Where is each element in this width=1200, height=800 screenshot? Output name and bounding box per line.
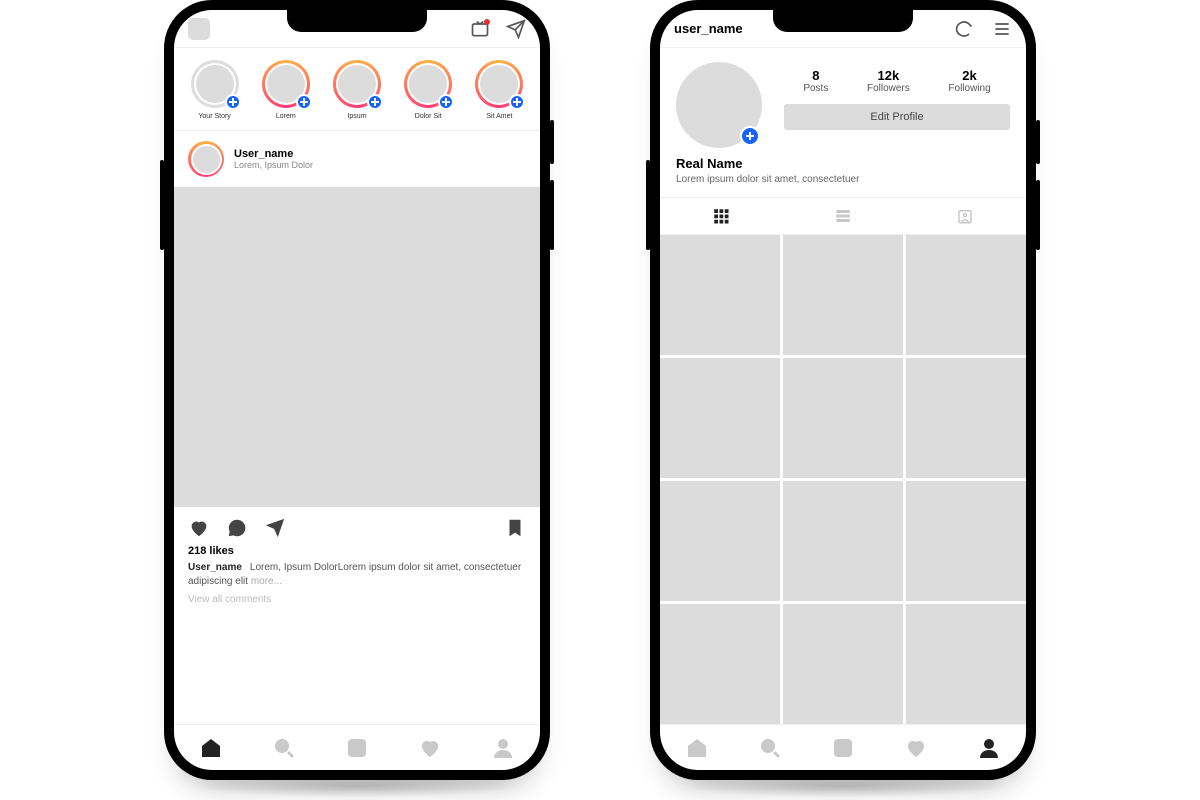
- post-caption: User_nameLorem, Ipsum DolorLorem ipsum d…: [188, 561, 526, 588]
- tab-home[interactable]: [199, 736, 223, 760]
- stat-posts[interactable]: 8 Posts: [803, 68, 828, 94]
- tab-activity[interactable]: [904, 736, 928, 760]
- tab-search[interactable]: [758, 736, 782, 760]
- stat-following-value: 2k: [948, 68, 990, 83]
- feed-tabbar: [174, 724, 540, 770]
- plus-icon: [438, 94, 454, 110]
- profile-post-thumb[interactable]: [660, 358, 780, 478]
- stat-followers-value: 12k: [867, 68, 910, 83]
- story-label: Ipsum: [347, 113, 366, 120]
- profile-tab-tagged[interactable]: [904, 198, 1026, 234]
- story-item[interactable]: Ipsum: [332, 60, 381, 120]
- stat-followers[interactable]: 12k Followers: [867, 68, 910, 94]
- tab-activity[interactable]: [418, 736, 442, 760]
- story-label: Lorem: [276, 113, 296, 120]
- plus-icon: [296, 94, 312, 110]
- profile-tabbar: [660, 724, 1026, 770]
- profile-post-thumb[interactable]: [660, 604, 780, 724]
- profile-bio-text: Lorem ipsum dolor sit amet, consectetuer: [676, 174, 1010, 185]
- edit-profile-button[interactable]: Edit Profile: [784, 104, 1010, 130]
- view-all-comments[interactable]: View all comments: [188, 594, 526, 605]
- comment-icon[interactable]: [226, 517, 248, 539]
- stat-following-label: Following: [948, 83, 990, 94]
- profile-topbar-username[interactable]: user_name: [674, 21, 743, 36]
- stories-tray[interactable]: Your Story Lorem Ipsum Dolor Sit Sit Amet: [174, 48, 540, 131]
- story-label: Dolor Sit: [415, 113, 442, 120]
- share-icon[interactable]: [264, 517, 286, 539]
- menu-icon[interactable]: [992, 19, 1012, 39]
- tab-profile[interactable]: [977, 736, 1001, 760]
- stat-followers-label: Followers: [867, 83, 910, 94]
- story-item[interactable]: Your Story: [190, 60, 239, 120]
- profile-post-thumb[interactable]: [783, 604, 903, 724]
- tab-add[interactable]: [831, 736, 855, 760]
- tab-profile[interactable]: [491, 736, 515, 760]
- bookmark-icon[interactable]: [504, 517, 526, 539]
- send-icon[interactable]: [506, 19, 526, 39]
- tv-icon[interactable]: [470, 19, 490, 39]
- caption-more[interactable]: more...: [251, 576, 282, 587]
- tab-home[interactable]: [685, 736, 709, 760]
- tab-add[interactable]: [345, 736, 369, 760]
- profile-post-thumb[interactable]: [906, 604, 1026, 724]
- like-icon[interactable]: [188, 517, 210, 539]
- post-header[interactable]: User_name Lorem, Ipsum Dolor: [174, 131, 540, 187]
- profile-real-name: Real Name: [676, 156, 1010, 171]
- story-item[interactable]: Lorem: [261, 60, 310, 120]
- profile-avatar[interactable]: [676, 62, 762, 148]
- stat-posts-label: Posts: [803, 83, 828, 94]
- story-item[interactable]: Sit Amet: [475, 60, 524, 120]
- post-author-subtitle: Lorem, Ipsum Dolor: [234, 160, 313, 170]
- post-actions: [174, 507, 540, 543]
- profile-tab-feed[interactable]: [782, 198, 904, 234]
- profile-tab-grid[interactable]: [660, 198, 782, 234]
- refresh-icon[interactable]: [954, 19, 974, 39]
- caption-username[interactable]: User_name: [188, 562, 242, 573]
- story-label: Sit Amet: [486, 113, 512, 120]
- profile-posts-grid: [660, 235, 1026, 724]
- profile-post-thumb[interactable]: [660, 235, 780, 355]
- profile-post-thumb[interactable]: [660, 481, 780, 601]
- stat-posts-value: 8: [803, 68, 828, 83]
- tab-search[interactable]: [272, 736, 296, 760]
- add-story-badge[interactable]: [740, 126, 760, 146]
- plus-icon: [367, 94, 383, 110]
- post-author-username[interactable]: User_name: [234, 148, 313, 160]
- story-item[interactable]: Dolor Sit: [404, 60, 453, 120]
- camera-icon[interactable]: [188, 18, 210, 40]
- profile-post-thumb[interactable]: [906, 481, 1026, 601]
- profile-post-thumb[interactable]: [783, 235, 903, 355]
- plus-icon: [225, 94, 241, 110]
- story-label: Your Story: [198, 113, 230, 120]
- profile-post-thumb[interactable]: [906, 358, 1026, 478]
- post-author-avatar[interactable]: [188, 141, 224, 177]
- profile-tabs: [660, 197, 1026, 235]
- post-likes[interactable]: 218 likes: [188, 545, 526, 557]
- post-image[interactable]: [174, 187, 540, 507]
- plus-icon: [509, 94, 525, 110]
- profile-post-thumb[interactable]: [906, 235, 1026, 355]
- profile-post-thumb[interactable]: [783, 481, 903, 601]
- notification-dot: [484, 19, 490, 25]
- stat-following[interactable]: 2k Following: [948, 68, 990, 94]
- profile-post-thumb[interactable]: [783, 358, 903, 478]
